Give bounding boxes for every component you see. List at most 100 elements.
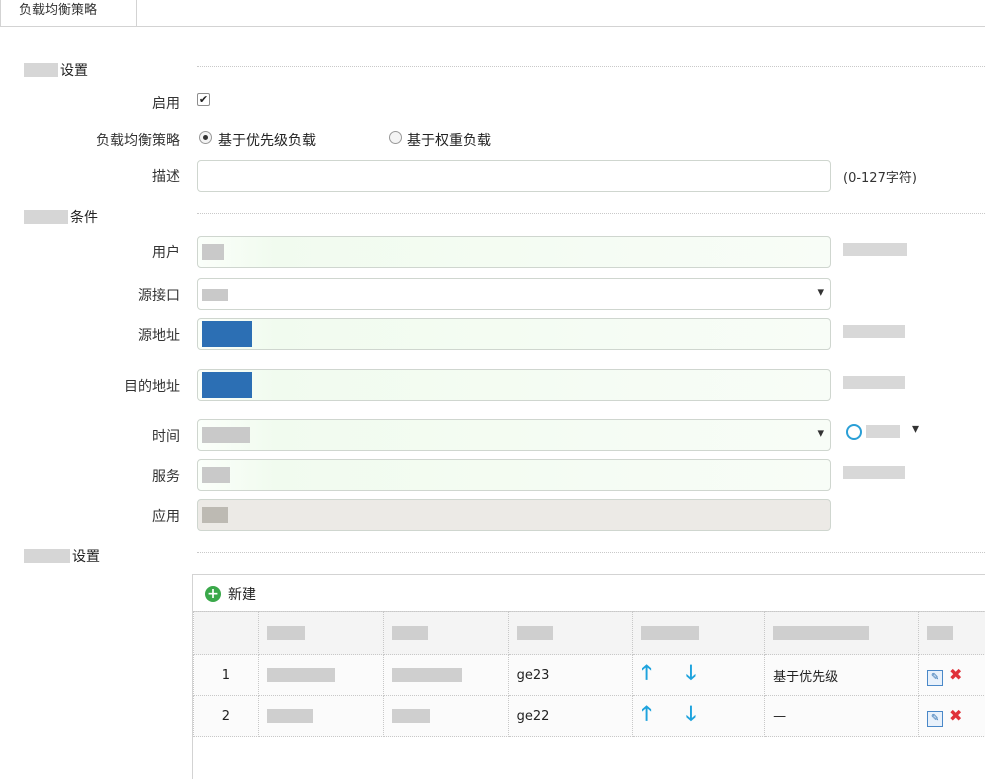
redacted-text: [843, 243, 907, 256]
user-input[interactable]: [197, 236, 831, 268]
redacted-value: [202, 467, 230, 483]
radio-priority-label: 基于优先级负载: [218, 130, 316, 150]
destination-address-input[interactable]: [197, 369, 831, 401]
section-title: 条件: [70, 210, 98, 226]
user-note: [843, 243, 907, 258]
row-index: 1: [194, 655, 259, 696]
source-address-label: 源地址: [20, 325, 180, 345]
description-hint: (0-127字符): [843, 167, 917, 186]
row-interface: ge22: [508, 696, 633, 737]
row-gateway: [383, 696, 508, 737]
source-interface-label: 源接口: [20, 285, 180, 305]
arrow-up-icon[interactable]: 🡑: [641, 701, 651, 725]
row-name: [258, 655, 383, 696]
destination-address-label: 目的地址: [20, 376, 180, 396]
row-order: 🡑🡓: [633, 655, 765, 696]
redacted-value: [202, 289, 228, 301]
destination-address-note: [843, 376, 905, 391]
radio-weight[interactable]: [389, 131, 402, 144]
redacted-text: [24, 210, 68, 224]
route-grid: + 新建 1 ge23 🡑🡓: [192, 574, 985, 779]
redacted-text: [392, 668, 462, 682]
redacted-text: [24, 549, 70, 563]
redacted-text: [843, 466, 905, 479]
section-route-settings: 设置: [24, 546, 100, 566]
tab-bar: 负载均衡策略: [0, 0, 985, 27]
application-label: 应用: [20, 506, 180, 526]
row-name: [258, 696, 383, 737]
time-select[interactable]: [197, 419, 831, 451]
description-input[interactable]: [197, 160, 831, 192]
source-address-input[interactable]: [197, 318, 831, 350]
description-label: 描述: [20, 166, 180, 186]
tab-load-balance-policy[interactable]: 负载均衡策略: [0, 0, 137, 26]
strategy-label: 负载均衡策略: [20, 130, 180, 150]
edit-icon[interactable]: ✎: [927, 711, 943, 727]
time-link[interactable]: [866, 425, 900, 440]
header-col[interactable]: [508, 612, 633, 655]
row-gateway: [383, 655, 508, 696]
user-label: 用户: [20, 242, 180, 262]
redacted-text: [843, 376, 905, 389]
redacted-text: [927, 626, 953, 640]
header-col[interactable]: [383, 612, 508, 655]
redacted-value: [202, 244, 224, 260]
time-label: 时间: [20, 426, 180, 446]
redacted-text: [773, 626, 869, 640]
route-table: 1 ge23 🡑🡓 基于优先级 ✎✖ 2 ge22 🡑🡓 — ✎✖: [193, 611, 985, 737]
row-actions: ✎✖: [919, 655, 985, 696]
header-col[interactable]: [633, 612, 765, 655]
clock-icon[interactable]: [846, 424, 862, 440]
dropdown-caret-icon[interactable]: ▾: [912, 421, 919, 437]
section-match-conditions: 条件: [24, 207, 98, 227]
row-order: 🡑🡓: [633, 696, 765, 737]
delete-icon[interactable]: ✖: [949, 665, 962, 684]
application-input: [197, 499, 831, 531]
section-basic-settings: 设置: [24, 60, 88, 80]
redacted-text: [392, 626, 428, 640]
grid-toolbar: + 新建: [193, 575, 985, 612]
table-row[interactable]: 2 ge22 🡑🡓 — ✎✖: [194, 696, 985, 737]
row-index: 2: [194, 696, 259, 737]
selected-address-chip[interactable]: [202, 372, 252, 398]
radio-weight-label: 基于权重负载: [407, 130, 491, 150]
redacted-text: [24, 63, 58, 77]
delete-icon[interactable]: ✖: [949, 706, 962, 725]
section-divider: [197, 66, 985, 67]
header-col[interactable]: [919, 612, 985, 655]
redacted-text: [267, 626, 305, 640]
section-title: 设置: [60, 63, 88, 79]
enable-checkbox[interactable]: ✔: [197, 93, 210, 106]
section-divider: [197, 213, 985, 214]
redacted-text: [267, 709, 313, 723]
arrow-up-icon[interactable]: 🡑: [641, 660, 651, 684]
redacted-value: [202, 427, 250, 443]
redacted-text: [517, 626, 553, 640]
redacted-text: [392, 709, 430, 723]
source-interface-select[interactable]: [197, 278, 831, 310]
radio-priority[interactable]: [199, 131, 212, 144]
row-interface: ge23: [508, 655, 633, 696]
add-icon[interactable]: +: [205, 586, 221, 602]
header-col[interactable]: [765, 612, 919, 655]
section-divider: [197, 552, 985, 553]
row-strategy: —: [765, 696, 919, 737]
row-strategy: 基于优先级: [765, 655, 919, 696]
redacted-text: [843, 325, 905, 338]
arrow-down-icon[interactable]: 🡓: [686, 660, 696, 684]
arrow-down-icon[interactable]: 🡓: [686, 701, 696, 725]
service-note: [843, 466, 905, 481]
header-col[interactable]: [258, 612, 383, 655]
source-address-note: [843, 325, 905, 340]
service-input[interactable]: [197, 459, 831, 491]
enable-label: 启用: [20, 93, 180, 113]
service-label: 服务: [20, 466, 180, 486]
edit-icon[interactable]: ✎: [927, 670, 943, 686]
redacted-text: [866, 425, 900, 438]
section-title: 设置: [72, 549, 100, 565]
redacted-text: [267, 668, 335, 682]
add-button[interactable]: 新建: [228, 584, 256, 604]
table-row[interactable]: 1 ge23 🡑🡓 基于优先级 ✎✖: [194, 655, 985, 696]
selected-address-chip[interactable]: [202, 321, 252, 347]
table-header: [194, 612, 985, 655]
